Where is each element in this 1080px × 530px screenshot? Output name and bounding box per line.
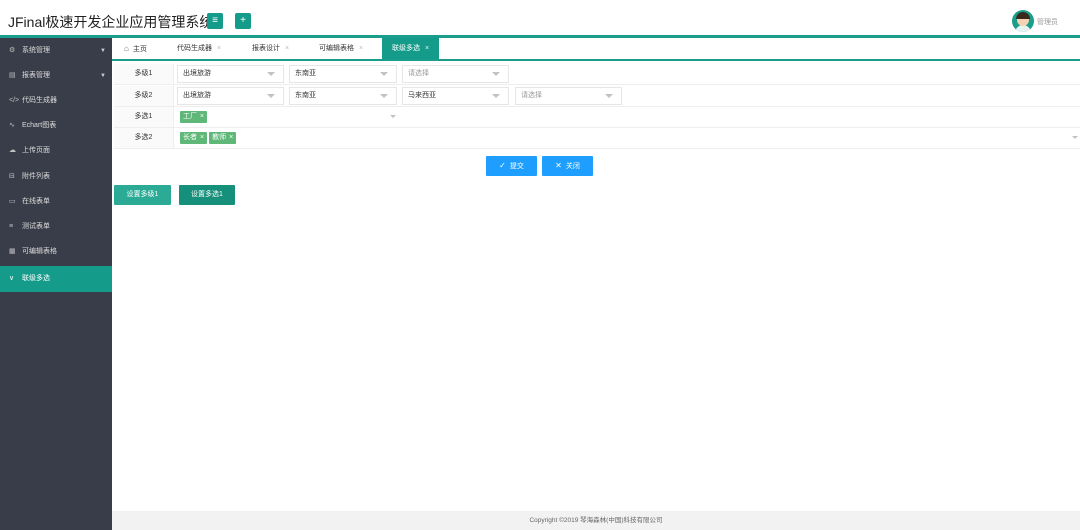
sidebar-item-label: 系统管理: [22, 47, 50, 54]
multi-select-2[interactable]: 长者 × 教师 ×: [180, 129, 1070, 147]
check-icon: ✓: [499, 161, 506, 170]
tab-label: 联级多选: [392, 45, 420, 52]
top-header: JFinal极速开发企业应用管理系统 ≡ + 管理员: [0, 0, 1080, 38]
avatar[interactable]: [1012, 10, 1034, 32]
selected-tag: 工厂 ×: [180, 111, 208, 123]
sidebar-item-label: 代码生成器: [22, 97, 57, 104]
tab-label: 代码生成器: [177, 45, 212, 52]
caret-down-icon: [605, 94, 613, 98]
list-icon: ≡: [9, 223, 14, 230]
sidebar-item-test-form[interactable]: ≡ 测试表单: [0, 214, 112, 240]
home-icon: ⌂: [124, 44, 129, 53]
tab-cascade-select[interactable]: 联级多选 ×: [382, 38, 440, 59]
tab-report-design[interactable]: 报表设计 ×: [246, 38, 295, 59]
sidebar-item-codegen[interactable]: </> 代码生成器: [0, 88, 112, 114]
close-icon[interactable]: ×: [425, 45, 429, 52]
sidebar-item-online-form[interactable]: ▭ 在线表单: [0, 189, 112, 215]
sidebar-item-label: Echart图表: [22, 122, 57, 129]
field-label: 多级1: [114, 64, 174, 84]
attachment-icon: ⊟: [9, 173, 15, 180]
tab-label: 报表设计: [252, 45, 280, 52]
app-title: JFinal极速开发企业应用管理系统: [8, 14, 214, 30]
add-icon: +: [240, 15, 246, 26]
report-icon: ▤: [9, 72, 16, 79]
sidebar-item-label: 在线表单: [22, 198, 50, 205]
table-icon: ▦: [9, 248, 16, 255]
select-level2[interactable]: 东南亚: [289, 87, 397, 105]
sidebar-item-label: 测试表单: [22, 223, 50, 230]
menu-icon: ≡: [212, 15, 218, 26]
select-level3[interactable]: 请选择: [402, 65, 509, 83]
select-level1[interactable]: 出境旅游: [177, 87, 284, 105]
caret-down-icon: [390, 115, 396, 118]
tab-bar: ⌂ 主页 代码生成器 × 报表设计 × 可编辑表格 × 联级多选 ×: [112, 38, 1080, 61]
footer: Copyright ©2019 琴海森林(中国)科技有限公司: [112, 511, 1080, 530]
select-level3[interactable]: 马来西亚: [402, 87, 509, 105]
submit-button[interactable]: ✓ 提交: [486, 156, 537, 176]
field-label: 多选1: [114, 107, 174, 127]
tab-label: 可编辑表格: [319, 45, 354, 52]
close-button[interactable]: ✕ 关闭: [542, 156, 593, 176]
close-icon: ✕: [555, 161, 562, 170]
form-row-cascade2: 多级2 出境旅游 东南亚 马来西亚 请选择: [114, 86, 1080, 107]
set-cascade-button[interactable]: 设置多级1: [114, 185, 171, 205]
sidebar: ⚙ 系统管理 ▼ ▤ 报表管理 ▼ </> 代码生成器 ∿ Echart图表 ☁ 上传页面…: [0, 38, 112, 530]
caret-down-icon: ▼: [100, 48, 106, 54]
sidebar-item-label: 可编辑表格: [22, 248, 57, 255]
sidebar-item-label: 上传页面: [22, 147, 50, 154]
form-row-multi2: 多选2 长者 × 教师 ×: [114, 128, 1080, 149]
sidebar-item-attachments[interactable]: ⊟ 附件列表: [0, 164, 112, 190]
selected-tag: 长者 ×: [180, 132, 208, 144]
close-icon[interactable]: ×: [285, 45, 289, 52]
form-row-multi1: 多选1 工厂 ×: [114, 107, 1080, 128]
copyright-text: Copyright ©2019 琴海森林(中国)科技有限公司: [529, 517, 663, 524]
sidebar-item-editable-table[interactable]: ▦ 可编辑表格: [0, 239, 112, 265]
close-icon[interactable]: ×: [359, 45, 363, 52]
sidebar-item-label: 附件列表: [22, 173, 50, 180]
upload-icon: ☁: [9, 147, 16, 154]
sidebar-item-label: 报表管理: [22, 72, 50, 79]
close-icon[interactable]: ×: [229, 134, 233, 141]
code-icon: </>: [9, 97, 20, 104]
tab-editable-table[interactable]: 可编辑表格 ×: [313, 38, 369, 59]
caret-down-icon: [380, 72, 388, 76]
select-level1[interactable]: 出境旅游: [177, 65, 284, 83]
sidebar-item-label: 联级多选: [22, 275, 50, 282]
gear-icon: ⚙: [9, 47, 16, 54]
set-multi-button[interactable]: 设置多选1: [179, 185, 235, 205]
caret-down-icon: [267, 94, 275, 98]
selected-tag: 教师 ×: [209, 132, 237, 144]
form-icon: ▭: [9, 198, 16, 205]
sidebar-item-system[interactable]: ⚙ 系统管理 ▼: [0, 38, 112, 64]
caret-down-icon: ▼: [100, 73, 106, 79]
menu-toggle-button[interactable]: ≡: [207, 13, 223, 29]
tab-codegen[interactable]: 代码生成器 ×: [171, 38, 227, 59]
tab-home[interactable]: ⌂ 主页: [118, 38, 153, 59]
caret-down-icon: [267, 72, 275, 76]
sidebar-item-cascade-select[interactable]: ∨ 联级多选: [0, 266, 112, 292]
field-label: 多级2: [114, 86, 174, 106]
close-icon[interactable]: ×: [200, 134, 204, 141]
user-name[interactable]: 管理员: [1037, 17, 1058, 27]
select-level2[interactable]: 东南亚: [289, 65, 397, 83]
form-row-cascade1: 多级1 出境旅游 东南亚 请选择: [114, 64, 1080, 85]
close-icon[interactable]: ×: [217, 45, 221, 52]
multi-select-1[interactable]: 工厂 ×: [180, 108, 402, 126]
pulse-icon: ∿: [9, 122, 15, 129]
field-label: 多选2: [114, 128, 174, 148]
add-button[interactable]: +: [235, 13, 251, 29]
chevron-down-icon: ∨: [9, 275, 15, 282]
caret-down-icon: [1072, 136, 1078, 139]
tab-label: 主页: [132, 46, 147, 53]
sidebar-item-report[interactable]: ▤ 报表管理 ▼: [0, 63, 112, 89]
close-icon[interactable]: ×: [200, 113, 204, 120]
caret-down-icon: [380, 94, 388, 98]
caret-down-icon: [492, 94, 500, 98]
caret-down-icon: [492, 72, 500, 76]
select-level4[interactable]: 请选择: [515, 87, 622, 105]
sidebar-item-echart[interactable]: ∿ Echart图表: [0, 113, 112, 139]
sidebar-item-upload[interactable]: ☁ 上传页面: [0, 138, 112, 164]
